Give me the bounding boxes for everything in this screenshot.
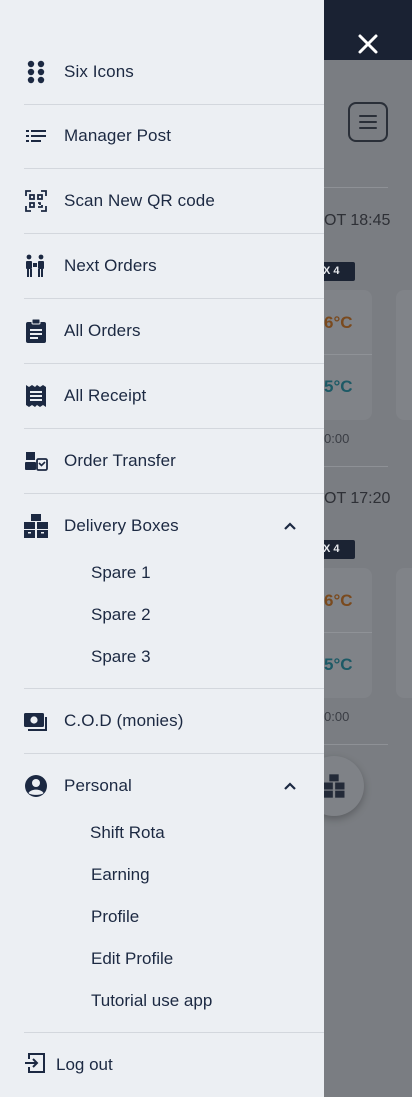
menu-item-delivery-boxes[interactable]: Delivery Boxes: [24, 494, 324, 558]
order-card[interactable]: [396, 568, 412, 698]
menu-item-label: Six Icons: [64, 62, 134, 81]
order-time: OT 18:45: [324, 212, 391, 229]
menu-item-label: C.O.D (monies): [64, 711, 184, 730]
submenu-item-spare-3[interactable]: Spare 3: [91, 645, 151, 669]
menu-item-scan-qr[interactable]: Scan New QR code: [24, 169, 324, 233]
menu-item-all-orders[interactable]: All Orders: [24, 299, 324, 363]
hamburger-menu-button[interactable]: [348, 102, 388, 142]
menu-item-manager-post[interactable]: Manager Post: [24, 104, 324, 168]
submenu-item-spare-1[interactable]: Spare 1: [91, 561, 151, 585]
transfer-icon: [24, 449, 48, 473]
receipt-icon: [24, 384, 48, 408]
submenu-item-edit-profile[interactable]: Edit Profile: [91, 947, 173, 971]
menu-item-label: Manager Post: [64, 126, 172, 145]
submenu-item-profile[interactable]: Profile: [91, 905, 139, 929]
menu-item-label: All Receipt: [64, 386, 147, 405]
temperature-value: 5°C: [324, 377, 353, 396]
menu-item-label: Personal: [64, 776, 132, 795]
logout-button[interactable]: Log out: [24, 1048, 113, 1082]
menu-item-label: All Orders: [64, 321, 141, 340]
money-icon: [24, 709, 48, 733]
bg-divider: [324, 187, 388, 188]
menu-item-label: Delivery Boxes: [64, 516, 179, 535]
boxes-icon: [323, 774, 345, 798]
qr-scan-icon: [24, 189, 48, 213]
account-circle-icon: [24, 774, 48, 798]
divider: [24, 1032, 324, 1033]
temperature-value: 5°C: [324, 655, 353, 674]
close-drawer-button[interactable]: [352, 28, 384, 60]
menu-item-next-orders[interactable]: Next Orders: [24, 234, 324, 298]
menu-item-cod-monies[interactable]: C.O.D (monies): [24, 689, 324, 753]
submenu-item-spare-2[interactable]: Spare 2: [91, 603, 151, 627]
delivery-person-icon: [24, 254, 48, 278]
boxes-icon: [24, 514, 48, 538]
logout-icon: [24, 1052, 46, 1079]
temperature-value: 6°C: [324, 313, 353, 332]
bg-divider: [324, 466, 388, 467]
menu-item-order-transfer[interactable]: Order Transfer: [24, 429, 324, 493]
order-card[interactable]: [396, 290, 412, 420]
order-time: OT 17:20: [324, 490, 391, 507]
navigation-drawer: Six Icons Manager Post Scan New QR code …: [0, 0, 324, 1097]
close-icon: [358, 34, 378, 54]
menu-item-label: Scan New QR code: [64, 191, 215, 210]
chevron-up-icon[interactable]: [278, 774, 302, 798]
order-time-small: 0:00: [324, 431, 350, 446]
clipboard-icon: [24, 319, 48, 343]
menu-item-all-receipt[interactable]: All Receipt: [24, 364, 324, 428]
logout-label: Log out: [56, 1055, 113, 1074]
submenu-item-shift-rota[interactable]: Shift Rota: [90, 821, 165, 845]
submenu-item-earning[interactable]: Earning: [91, 863, 150, 887]
grid-dots-icon: [24, 60, 48, 84]
temperature-value: 6°C: [324, 591, 353, 610]
list-icon: [24, 124, 48, 148]
bg-divider: [324, 744, 388, 745]
menu-item-six-icons[interactable]: Six Icons: [24, 40, 324, 104]
menu-item-label: Order Transfer: [64, 451, 176, 470]
menu-item-label: Next Orders: [64, 256, 157, 275]
menu-item-personal[interactable]: Personal: [24, 754, 324, 818]
submenu-item-tutorial[interactable]: Tutorial use app: [91, 989, 212, 1013]
chevron-up-icon[interactable]: [278, 514, 302, 538]
order-time-small: 0:00: [324, 709, 350, 724]
